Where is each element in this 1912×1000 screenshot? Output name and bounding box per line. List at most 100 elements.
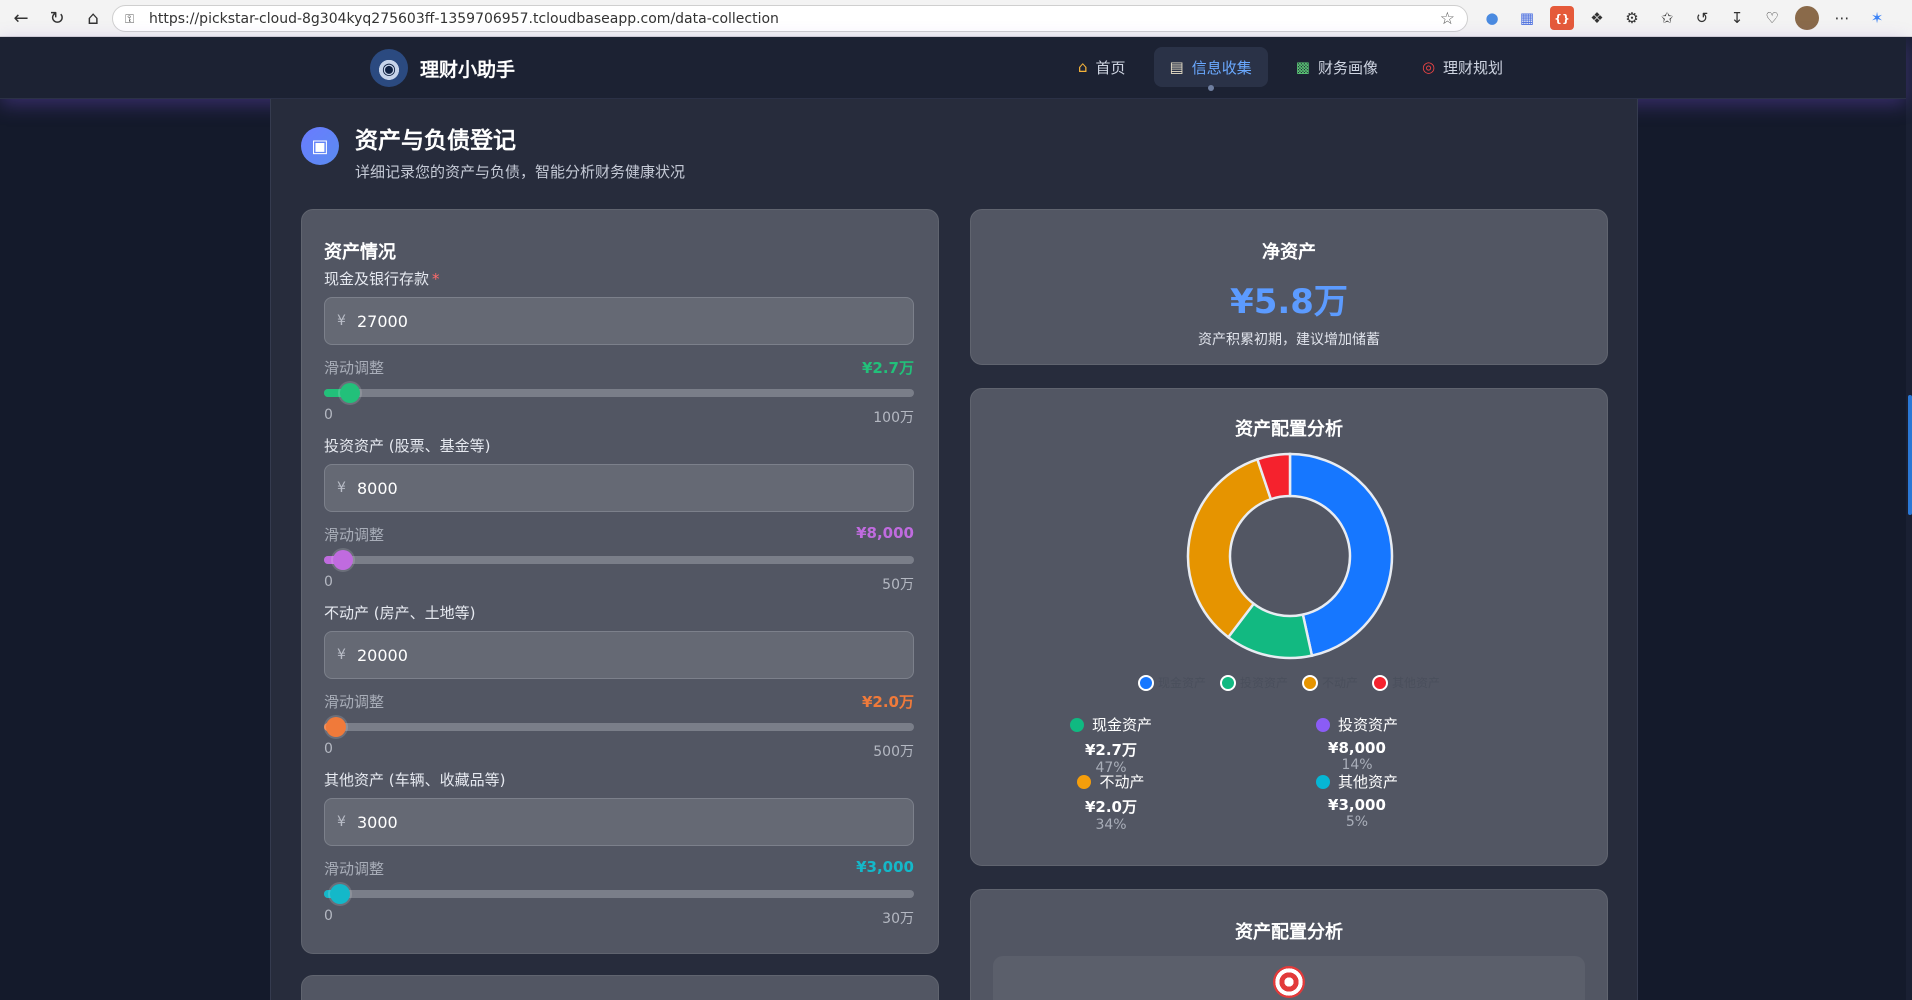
extension-grid-icon[interactable]: ▦ [1515,6,1539,30]
asset-amount-input[interactable]: ¥3000 [324,798,914,846]
net-worth-hint: 资产积累初期，建议增加储蓄 [1198,332,1380,348]
copilot-icon[interactable]: ✶ [1865,6,1889,30]
allocation-title: 资产配置分析 [1235,419,1343,440]
slider-header: 滑动调整 ¥3,000 [324,858,914,878]
page-header: ▣ 资产与负债登记 详细记录您的资产与负债，智能分析财务健康状况 [301,127,685,182]
reload-icon[interactable]: ↻ [42,3,72,33]
asset-slider[interactable] [324,884,914,904]
extension-puzzle-icon[interactable]: ● [1480,6,1504,30]
liabilities-card [301,975,939,1000]
asset-slider[interactable] [324,550,914,570]
breakdown-amount: ¥8,000 [1328,739,1386,757]
address-bar[interactable]: ⚿ https://pickstar-cloud-8g304kyq275603f… [112,5,1468,32]
breakdown-name: 现金资产 [1011,714,1211,735]
history-icon[interactable]: ↺ [1690,6,1714,30]
breakdown-amount: ¥3,000 [1328,796,1386,814]
breakdown-name: 其他资产 [1257,771,1457,792]
legend-swatch [1219,674,1236,691]
clipboard-icon: ▤ [1169,58,1184,76]
asset-field: 其他资产 (车辆、收藏品等) ¥3000 滑动调整 ¥3,000 0 30万 [324,769,914,928]
nav-item-label: 财务画像 [1317,58,1378,77]
extension-code-icon[interactable]: {} [1550,6,1574,30]
building-icon: ▣ [301,127,339,165]
asset-amount-input[interactable]: ¥20000 [324,631,914,679]
breakdown-item: 不动产 ¥2.0万 34% [1011,771,1211,833]
favorites-icon[interactable]: ✩ [1655,6,1679,30]
slider-header: 滑动调整 ¥2.7万 [324,357,914,377]
legend-item[interactable]: 投资资产 [1219,674,1288,691]
legend-item[interactable]: 其他资产 [1372,674,1440,691]
health-icon[interactable]: ♡ [1760,6,1784,30]
breakdown-item: 投资资产 ¥8,000 14% [1257,714,1457,773]
legend-swatch [1372,674,1389,691]
slider-header: 滑动调整 ¥2.0万 [324,691,914,711]
slider-label: 滑动调整 [324,693,385,711]
breakdown-name: 投资资产 [1257,714,1457,735]
asset-amount-input[interactable]: ¥27000 [324,297,914,345]
asset-amount-value[interactable]: 27000 [357,312,408,331]
asset-amount-value[interactable]: 20000 [357,646,408,665]
main-container: ▣ 资产与负债登记 详细记录您的资产与负债，智能分析财务健康状况 资产情况 现金… [270,99,1638,1000]
scrollbar-thumb[interactable] [1908,395,1912,515]
nav-item-label: 首页 [1095,58,1126,77]
lock-icon: ⚿ [125,11,135,26]
extension-icons: ● ▦ {} ❖ ⚙ ✩ ↺ ↧ ♡ ⋯ ✶ [1480,6,1889,30]
breakdown-item: 其他资产 ¥3,000 5% [1257,771,1457,830]
slider-max: 500万 [873,744,914,760]
back-icon[interactable]: ← [6,3,36,33]
field-label-text: 不动产 (房产、土地等) [324,604,476,622]
slider-min: 0 [324,741,333,757]
slider-amount: ¥8,000 [856,524,914,542]
slider-thumb[interactable] [339,383,360,403]
breakdown-item: 现金资产 ¥2.7万 47% [1011,714,1211,776]
asset-field: 投资资产 (股票、基金等) ¥8000 滑动调整 ¥8,000 0 50万 [324,435,914,594]
nav-item-label: 信息收集 [1191,58,1252,77]
slider-min: 0 [324,908,333,924]
download-icon[interactable]: ↧ [1725,6,1749,30]
slider-thumb[interactable] [326,717,347,737]
profile-avatar-icon[interactable] [1795,6,1819,30]
allocation2-panel [993,956,1585,1000]
performance-icon[interactable]: ⚙ [1620,6,1644,30]
asset-field-label: 投资资产 (股票、基金等) [324,435,914,455]
allocation2-title: 资产配置分析 [1235,922,1343,943]
asset-slider[interactable] [324,383,914,403]
breakdown-name-text: 投资资产 [1337,716,1398,734]
currency-symbol: ¥ [337,814,346,830]
slider-label: 滑动调整 [324,860,385,878]
favorite-star-icon[interactable]: ☆ [1440,9,1455,29]
net-worth-title: 净资产 [1262,242,1316,263]
nav-item-home[interactable]: ⌂ 首页 [1062,47,1142,87]
asset-amount-value[interactable]: 8000 [357,479,398,498]
allocation-card: 资产配置分析 现金资产 投资资产 不动产 其他资产 现金资产 ¥2.7万 47% 投资资产 ¥… [970,388,1608,866]
nav-item-data-collection[interactable]: ▤ 信息收集 [1153,47,1268,91]
asset-slider[interactable] [324,717,914,737]
asset-amount-value[interactable]: 3000 [357,813,398,832]
legend-item[interactable]: 现金资产 [1137,674,1206,691]
legend-label: 投资资产 [1239,676,1288,690]
bar-chart-icon: ▩ [1295,58,1310,76]
more-menu-icon[interactable]: ⋯ [1830,6,1854,30]
breakdown-percent: 5% [1345,814,1369,830]
field-label-text: 投资资产 (股票、基金等) [324,437,491,455]
nav-item-financial-profile[interactable]: ▩ 财务画像 [1280,47,1394,87]
legend-item[interactable]: 不动产 [1302,674,1358,691]
slider-thumb[interactable] [333,550,354,570]
brand[interactable]: ◉ 理财小助手 [370,49,515,87]
nav-item-planning[interactable]: ◎ 理财规划 [1406,47,1519,87]
asset-field: 现金及银行存款 * ¥27000 滑动调整 ¥2.7万 0 100万 [324,268,914,427]
app-header: ◉ 理财小助手 ⌂ 首页 ▤ 信息收集 ▩ 财务画像 ◎ 理财规划 [0,37,1906,99]
slider-min: 0 [324,407,333,423]
net-worth-card: 净资产 ¥5.8万 资产积累初期，建议增加储蓄 [970,209,1608,365]
page-scrollbar[interactable] [1906,37,1912,1000]
home-icon[interactable]: ⌂ [78,3,108,33]
allocation-card-2: 资产配置分析 [970,889,1608,1000]
currency-symbol: ¥ [337,480,346,496]
slider-max: 30万 [882,911,914,927]
slider-thumb[interactable] [329,884,350,904]
extensions-icon[interactable]: ❖ [1585,6,1609,30]
target-icon [1273,966,1305,998]
slider-range: 0 30万 [324,908,914,928]
legend-label: 不动产 [1322,676,1359,690]
asset-amount-input[interactable]: ¥8000 [324,464,914,512]
